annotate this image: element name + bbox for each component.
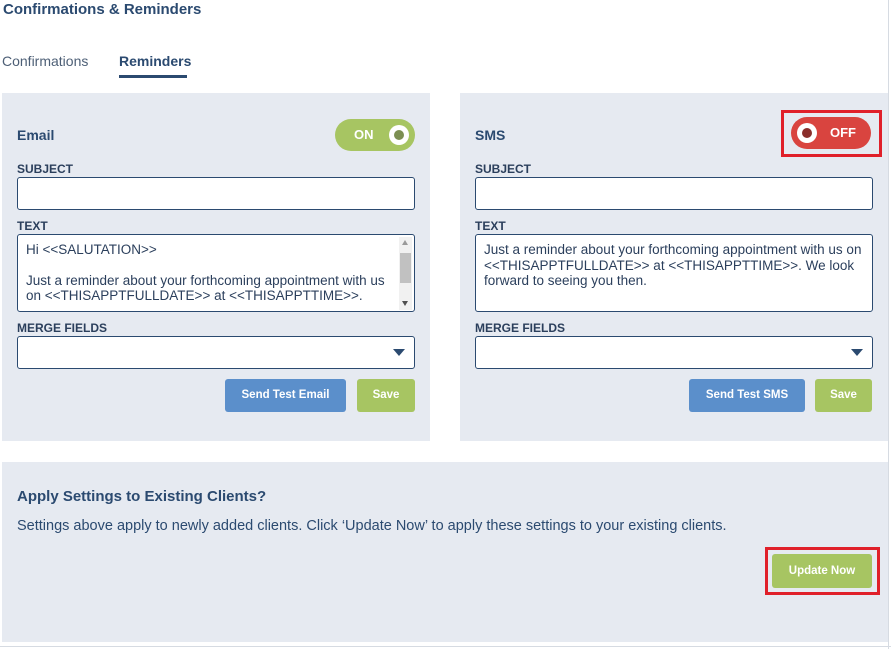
scroll-thumb[interactable] [400, 253, 411, 283]
email-text-label: TEXT [17, 219, 48, 233]
chevron-down-icon [393, 349, 405, 356]
email-toggle[interactable]: ON [335, 119, 415, 151]
bottom-divider [0, 646, 891, 647]
email-subject-label: SUBJECT [17, 162, 74, 176]
right-divider [888, 0, 889, 649]
email-text-line: Hi <<SALUTATION>> [26, 242, 157, 257]
page-title: Confirmations & Reminders [3, 1, 202, 18]
email-panel: Email ON SUBJECT TEXT Hi <<SALUTATION>> … [2, 93, 430, 441]
email-text-line: Just a reminder about your forthcoming a… [26, 272, 389, 304]
email-subject-input[interactable] [17, 177, 415, 210]
email-heading: Email [17, 127, 55, 143]
send-test-sms-button[interactable]: Send Test SMS [689, 379, 805, 412]
sms-merge-fields-select[interactable] [475, 336, 873, 369]
sms-subject-input[interactable] [475, 177, 873, 210]
email-merge-fields-select[interactable] [17, 336, 415, 369]
sms-heading: SMS [475, 127, 506, 143]
apply-settings-title: Apply Settings to Existing Clients? [17, 488, 267, 505]
apply-settings-description: Settings above apply to newly added clie… [17, 518, 727, 534]
sms-save-button[interactable]: Save [815, 379, 872, 412]
sms-merge-label: MERGE FIELDS [475, 321, 566, 335]
apply-settings-panel: Apply Settings to Existing Clients? Sett… [2, 462, 888, 642]
send-test-email-button[interactable]: Send Test Email [225, 379, 346, 412]
update-now-highlight [765, 547, 880, 595]
email-text-scrollbar[interactable] [399, 237, 412, 310]
sms-toggle-highlight [781, 110, 882, 157]
chevron-down-icon [851, 349, 863, 356]
sms-text-area[interactable]: Just a reminder about your forthcoming a… [475, 234, 873, 312]
email-toggle-label: ON [354, 127, 374, 142]
email-merge-label: MERGE FIELDS [17, 321, 108, 335]
email-save-button[interactable]: Save [357, 379, 415, 412]
scroll-down-icon[interactable] [402, 301, 408, 306]
tab-confirmations[interactable]: Confirmations [2, 53, 88, 69]
toggle-knob-icon [389, 125, 409, 145]
email-text-area[interactable]: Hi <<SALUTATION>> Just a reminder about … [17, 234, 415, 312]
sms-text-label: TEXT [475, 219, 506, 233]
active-tab-underline [119, 75, 187, 78]
sms-text-content: Just a reminder about your forthcoming a… [484, 242, 866, 288]
scroll-up-icon[interactable] [402, 240, 408, 245]
tab-reminders[interactable]: Reminders [119, 53, 191, 69]
sms-subject-label: SUBJECT [475, 162, 532, 176]
